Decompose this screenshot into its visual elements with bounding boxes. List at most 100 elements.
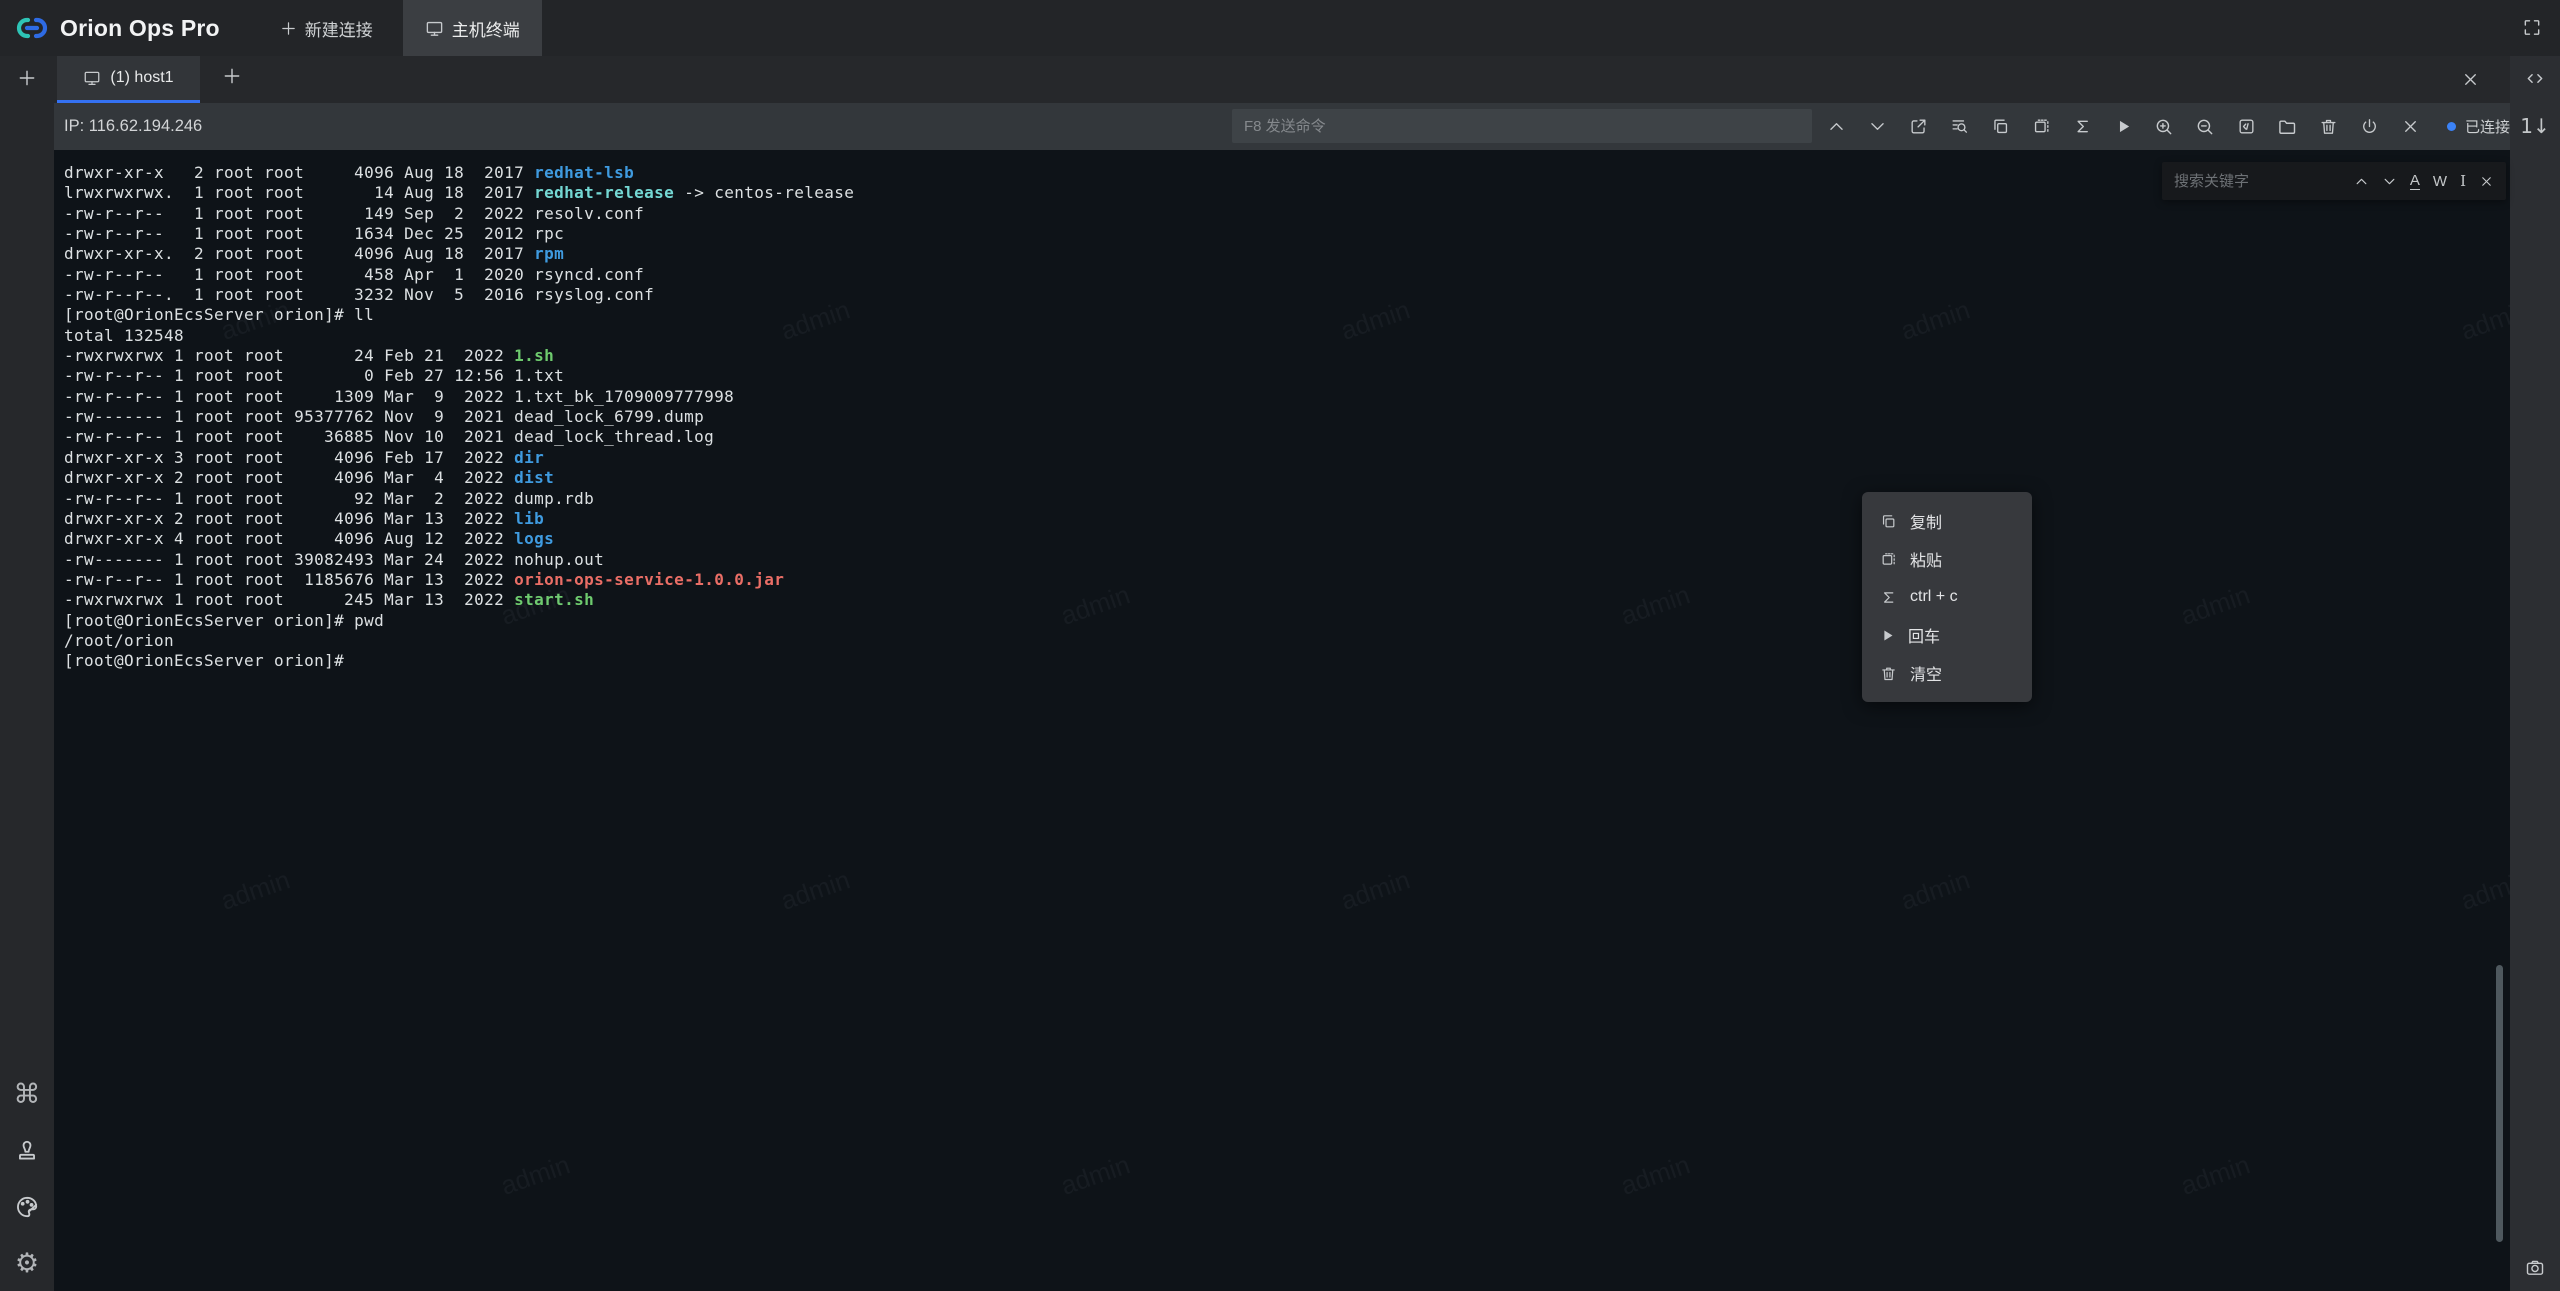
terminal-line: total 132548 — [64, 326, 2506, 346]
menu-new-connection[interactable]: 新建连接 — [258, 0, 395, 56]
terminal-line: drwxr-xr-x 3 root root 4096 Feb 17 2022 … — [64, 448, 2506, 468]
stamp-icon[interactable] — [14, 1138, 40, 1164]
run-play-icon[interactable] — [2113, 117, 2133, 137]
plus-icon — [17, 67, 37, 89]
context-ctrl-c[interactable]: ctrl + c — [1862, 578, 2032, 616]
plus-icon — [280, 20, 297, 37]
play-icon — [1880, 628, 1895, 643]
connection-status: 已连接 — [2447, 116, 2510, 137]
settings-gear-icon[interactable]: ⚙ — [15, 1250, 39, 1277]
context-copy[interactable]: 复制 — [1862, 502, 2032, 540]
clear-trash-icon[interactable] — [2318, 117, 2338, 137]
tab-host1-label: (1) host1 — [110, 69, 173, 87]
terminal-line: -rw-r--r-- 1 root root 1634 Dec 25 2012 … — [64, 224, 2506, 244]
paste-icon[interactable] — [2031, 117, 2051, 137]
whole-word-toggle[interactable]: W — [2433, 174, 2447, 189]
terminal-line: -rwxrwxrwx 1 root root 245 Mar 13 2022 s… — [64, 590, 2506, 610]
terminal-search-box: A W I — [2162, 162, 2506, 200]
terminal-line: lrwxrwxrwx. 1 root root 14 Aug 18 2017 r… — [64, 183, 2506, 203]
terminal-line: -rw-r--r-- 1 root root 1185676 Mar 13 20… — [64, 570, 2506, 590]
terminal-line: -rw-r--r-- 1 root root 149 Sep 2 2022 re… — [64, 204, 2506, 224]
scroll-up-icon[interactable] — [1826, 117, 1846, 137]
plus-icon — [222, 66, 242, 86]
terminal-line: -rw-r--r-- 1 root root 0 Feb 27 12:56 1.… — [64, 366, 2506, 386]
terminal-line: -rw-r--r--. 1 root root 3232 Nov 5 2016 … — [64, 285, 2506, 305]
app-window: Orion Ops Pro 新建连接 主机终端 ⌘ — [0, 0, 2560, 1291]
terminal-toolbar: IP: 116.62.194.246 — [54, 103, 2510, 150]
monitor-icon — [83, 69, 101, 87]
terminal-line: -rw-r--r-- 1 root root 36885 Nov 10 2021… — [64, 427, 2506, 447]
menu-host-terminal[interactable]: 主机终端 — [403, 0, 542, 56]
screenshot-camera-icon[interactable] — [2525, 1257, 2545, 1277]
monitor-icon — [425, 19, 444, 38]
paste-icon — [1880, 551, 1897, 568]
terminal-line: drwxr-xr-x 2 root root 4096 Mar 4 2022 d… — [64, 468, 2506, 488]
copy-icon — [1880, 513, 1897, 530]
power-disconnect-icon[interactable] — [2359, 117, 2379, 137]
menu-new-connection-label: 新建连接 — [305, 16, 373, 41]
terminal-tab-bar: (1) host1 — [54, 56, 2510, 103]
terminal-line: drwxr-xr-x. 2 root root 4096 Aug 18 2017… — [64, 244, 2506, 264]
status-label: 已连接 — [2465, 116, 2510, 137]
context-paste[interactable]: 粘贴 — [1862, 540, 2032, 578]
context-enter-label: 回车 — [1908, 623, 1940, 647]
orion-logo-icon — [16, 12, 48, 44]
terminal-output[interactable]: drwxr-xr-x 2 root root 4096 Aug 18 2017 … — [54, 150, 2506, 1291]
sftp-folder-icon[interactable] — [2277, 117, 2297, 137]
fullscreen-icon[interactable] — [2522, 17, 2542, 37]
copy-icon[interactable] — [1990, 117, 2010, 137]
right-sidebar: 1↓ — [2510, 56, 2560, 1291]
context-ctrl-c-label: ctrl + c — [1910, 588, 1958, 606]
sigma-icon — [1880, 589, 1897, 606]
trash-icon — [1880, 665, 1897, 682]
search-next-icon[interactable] — [2382, 174, 2397, 189]
new-tab-button[interactable] — [222, 66, 242, 86]
terminal-line: drwxr-xr-x 2 root root 4096 Mar 13 2022 … — [64, 509, 2506, 529]
terminal-scrollbar[interactable] — [2496, 965, 2503, 1242]
terminal-line: -rw-r--r-- 1 root root 1309 Mar 9 2022 1… — [64, 387, 2506, 407]
host-ip-label: IP: 116.62.194.246 — [64, 117, 202, 136]
close-panel-icon[interactable] — [2460, 69, 2480, 89]
zoom-in-icon[interactable] — [2154, 117, 2174, 137]
sigma-icon[interactable] — [2072, 117, 2092, 137]
terminal-line: -rw------- 1 root root 95377762 Nov 9 20… — [64, 407, 2506, 427]
context-enter[interactable]: 回车 — [1862, 616, 2032, 654]
theme-palette-icon[interactable] — [14, 1194, 40, 1220]
close-terminal-icon[interactable] — [2400, 117, 2420, 137]
code-snippet-icon[interactable] — [2525, 68, 2545, 88]
zoom-out-icon[interactable] — [2195, 117, 2215, 137]
code-editor-icon[interactable] — [2236, 117, 2256, 137]
terminal-line: drwxr-xr-x 4 root root 4096 Aug 12 2022 … — [64, 529, 2506, 549]
context-clear[interactable]: 清空 — [1862, 654, 2032, 692]
context-paste-label: 粘贴 — [1910, 547, 1942, 571]
terminal-line: -rwxrwxrwx 1 root root 24 Feb 21 2022 1.… — [64, 346, 2506, 366]
menu-host-terminal-label: 主机终端 — [452, 16, 520, 41]
match-case-toggle[interactable]: A — [2410, 173, 2420, 190]
terminal-line: [root@OrionEcsServer orion]# ll — [64, 305, 2506, 325]
shortcut-command-icon[interactable]: ⌘ — [14, 1081, 41, 1108]
search-close-icon[interactable] — [2479, 174, 2494, 189]
search-log-icon[interactable] — [1949, 117, 1969, 137]
search-input[interactable] — [2162, 173, 2354, 190]
search-prev-icon[interactable] — [2354, 174, 2369, 189]
context-clear-label: 清空 — [1910, 661, 1942, 685]
app-title: Orion Ops Pro — [60, 15, 220, 42]
context-copy-label: 复制 — [1910, 509, 1942, 533]
regex-toggle[interactable]: I — [2460, 174, 2466, 189]
terminal-line: -rw-r--r-- 1 root root 92 Mar 2 2022 dum… — [64, 489, 2506, 509]
tab-host1[interactable]: (1) host1 — [57, 56, 200, 103]
terminal-line: [root@OrionEcsServer orion]# — [64, 651, 2506, 671]
line-feed-icon[interactable]: 1↓ — [2520, 114, 2549, 138]
add-terminal-button[interactable] — [17, 68, 37, 88]
send-command-input[interactable] — [1232, 109, 1812, 143]
left-sidebar: ⌘ ⚙ — [0, 56, 54, 1291]
terminal-line: -rw-r--r-- 1 root root 458 Apr 1 2020 rs… — [64, 265, 2506, 285]
terminal-line: drwxr-xr-x 2 root root 4096 Aug 18 2017 … — [64, 163, 2506, 183]
terminal-context-menu: 复制 粘贴 ctrl + c 回车 清空 — [1862, 492, 2032, 702]
top-app-bar: Orion Ops Pro 新建连接 主机终端 — [0, 0, 2560, 56]
open-new-window-icon[interactable] — [1908, 117, 1928, 137]
scroll-down-icon[interactable] — [1867, 117, 1887, 137]
terminal-line: -rw------- 1 root root 39082493 Mar 24 2… — [64, 550, 2506, 570]
terminal-line: /root/orion — [64, 631, 2506, 651]
status-dot — [2447, 122, 2456, 131]
